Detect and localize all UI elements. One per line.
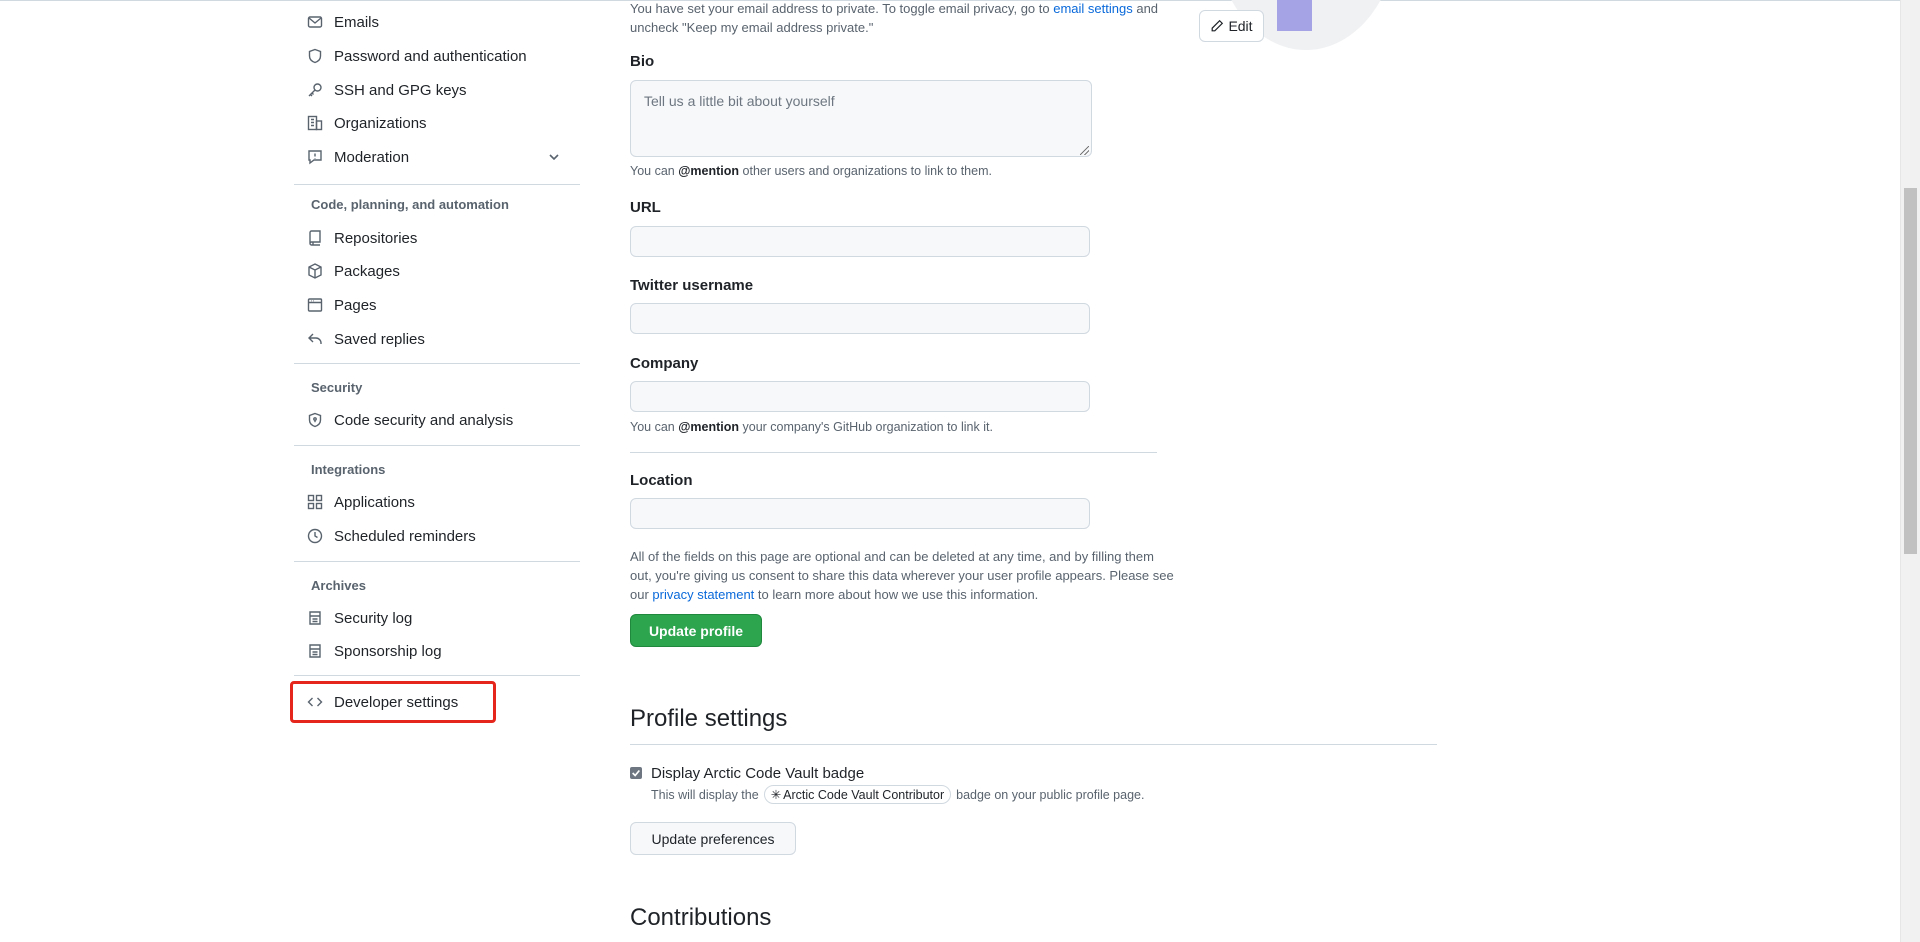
sidebar-item-password[interactable]: Password and authentication: [306, 43, 527, 69]
sidebar-item-packages[interactable]: Packages: [306, 258, 400, 284]
sidebar-item-label: Code security and analysis: [334, 411, 514, 429]
shield-icon: [306, 47, 324, 65]
clock-icon: [306, 527, 324, 545]
sidebar-item-label: Sponsorship log: [334, 642, 442, 660]
snowflake-icon: ✳: [770, 788, 782, 802]
sidebar-item-label: Packages: [334, 262, 400, 280]
sidebar-group-title: Security: [311, 380, 363, 395]
url-input[interactable]: [630, 226, 1090, 257]
sidebar-item-label: Password and authentication: [334, 47, 527, 65]
bio-placeholder: Tell us a little bit about yourself: [644, 93, 835, 109]
sidebar-item-pages[interactable]: Pages: [306, 292, 377, 318]
privacy-disclaimer: All of the fields on this page are optio…: [630, 549, 1174, 602]
update-preferences-button[interactable]: Update preferences: [630, 822, 796, 855]
location-input[interactable]: [630, 498, 1090, 529]
arctic-badge-checkbox[interactable]: [630, 767, 642, 779]
pencil-icon: [1210, 19, 1224, 33]
sidebar-item-label: Emails: [334, 13, 380, 31]
arctic-badge-description: This will display the ✳ Arctic Code Vaul…: [651, 785, 1144, 804]
report-icon: [306, 148, 324, 166]
reply-icon: [306, 330, 324, 348]
sidebar-item-label: Moderation: [334, 148, 410, 166]
sidebar-item-label: Repositories: [334, 229, 418, 247]
sidebar-item-code-security[interactable]: Code security and analysis: [306, 407, 513, 433]
sidebar-item-label: Security log: [334, 609, 413, 627]
sidebar-item-moderation[interactable]: Moderation: [306, 144, 562, 170]
package-icon: [306, 262, 324, 280]
arctic-badge-label[interactable]: Display Arctic Code Vault badge: [651, 765, 864, 782]
sidebar-item-sponsorship-log[interactable]: Sponsorship log: [306, 638, 442, 664]
avatar-edit-button[interactable]: Edit: [1199, 10, 1264, 42]
scrollbar-thumb[interactable]: [1904, 188, 1917, 554]
bio-label: Bio: [630, 53, 655, 70]
bio-textarea[interactable]: Tell us a little bit about yourself: [630, 80, 1092, 157]
sidebar-item-applications[interactable]: Applications: [306, 489, 415, 515]
avatar: [1277, 0, 1312, 31]
sidebar-divider: [294, 561, 580, 562]
key-icon: [306, 81, 324, 99]
profile-settings-divider: [630, 744, 1437, 745]
sidebar-group-title: Code, planning, and automation: [311, 197, 509, 212]
sidebar-item-label: Pages: [334, 296, 377, 314]
company-input[interactable]: [630, 381, 1090, 412]
email-privacy-note: You have set your email address to priva…: [630, 1, 1159, 35]
privacy-statement-link[interactable]: privacy statement: [652, 587, 754, 602]
profile-settings-heading: Profile settings: [630, 705, 788, 732]
sidebar-item-security-log[interactable]: Security log: [306, 605, 412, 631]
sidebar-item-ssh-gpg[interactable]: SSH and GPG keys: [306, 77, 467, 103]
chevron-down-icon[interactable]: [546, 149, 562, 169]
sidebar-item-repositories[interactable]: Repositories: [306, 225, 417, 251]
location-label: Location: [630, 472, 693, 489]
url-label: URL: [630, 199, 661, 216]
sidebar-item-saved-replies[interactable]: Saved replies: [306, 326, 425, 352]
bio-note: You can @mention other users and organiz…: [630, 164, 992, 178]
update-profile-button[interactable]: Update profile: [630, 614, 762, 647]
sidebar-item-label: SSH and GPG keys: [334, 81, 467, 99]
sidebar-group-title: Integrations: [311, 462, 386, 477]
shield-lock-icon: [306, 411, 324, 429]
company-note: You can @mention your company's GitHub o…: [630, 420, 993, 434]
sidebar-divider: [294, 363, 580, 364]
sidebar-divider: [294, 675, 580, 676]
arctic-vault-badge: ✳ Arctic Code Vault Contributor: [763, 785, 952, 804]
twitter-input[interactable]: [630, 303, 1090, 334]
contributions-heading: Contributions: [630, 904, 772, 931]
sidebar-item-label: Saved replies: [334, 330, 425, 348]
sidebar-divider: [294, 445, 580, 446]
repo-icon: [306, 229, 324, 247]
sidebar-item-label: Organizations: [334, 114, 427, 132]
sidebar-item-scheduled-reminders[interactable]: Scheduled reminders: [306, 523, 476, 549]
form-divider: [630, 452, 1157, 453]
resize-handle-icon: [1080, 146, 1089, 155]
twitter-label: Twitter username: [630, 277, 754, 294]
log-icon: [306, 642, 324, 660]
browser-icon: [306, 296, 324, 314]
log-icon: [306, 609, 324, 627]
company-label: Company: [630, 355, 699, 372]
scrollbar-track[interactable]: [1900, 0, 1920, 942]
sidebar-item-emails[interactable]: Emails: [306, 9, 379, 35]
sidebar-group-title: Archives: [311, 578, 366, 593]
apps-icon: [306, 493, 324, 511]
mail-icon: [306, 13, 324, 31]
highlight-box: [290, 681, 496, 723]
sidebar-item-label: Applications: [334, 493, 415, 511]
sidebar-item-label: Scheduled reminders: [334, 527, 476, 545]
email-settings-link[interactable]: email settings: [1053, 1, 1132, 16]
organization-icon: [306, 114, 324, 132]
sidebar-divider: [294, 184, 580, 185]
sidebar-item-organizations[interactable]: Organizations: [306, 110, 427, 136]
